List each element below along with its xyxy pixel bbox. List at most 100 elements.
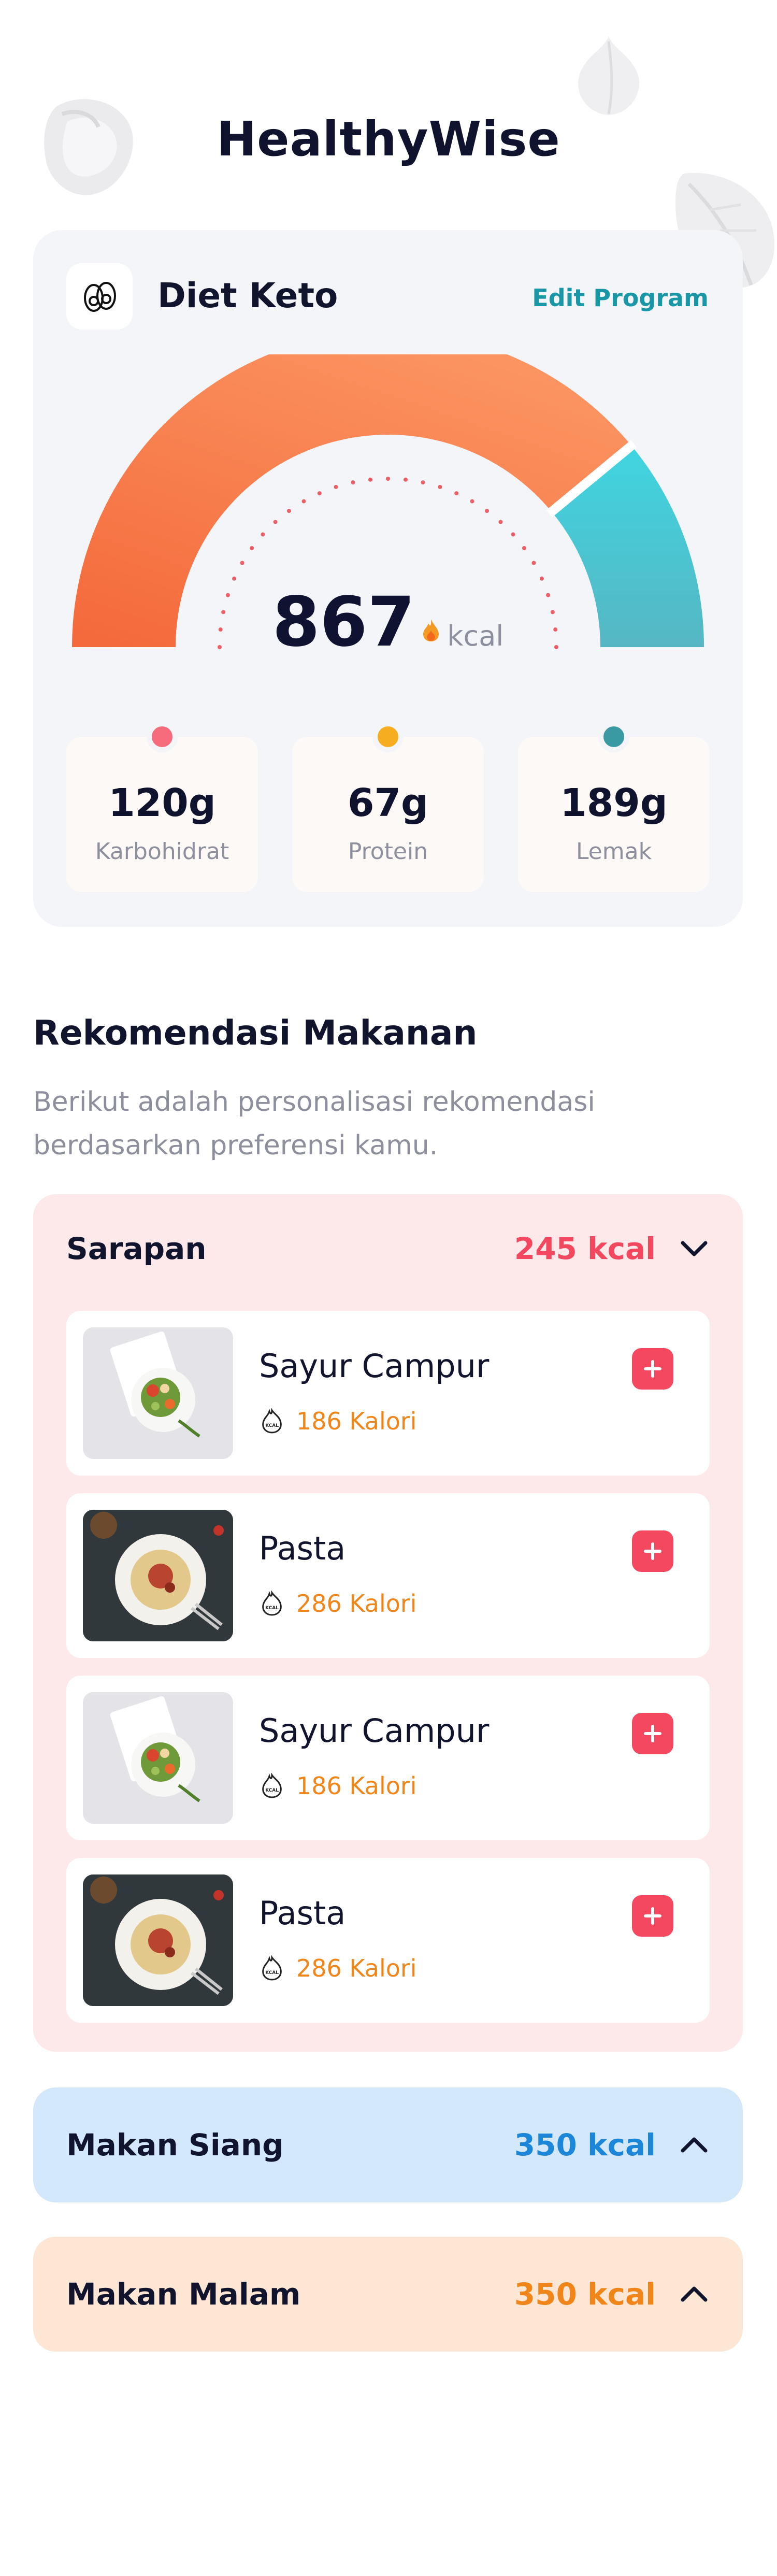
gauge-dot: [522, 546, 526, 550]
gauge-dot: [273, 520, 278, 524]
program-name: Diet Keto: [157, 276, 338, 316]
gauge-dot: [301, 499, 306, 504]
plus-icon: [644, 1360, 661, 1378]
chevron-up-icon[interactable]: [679, 2279, 710, 2310]
svg-text:KCAL: KCAL: [265, 1970, 279, 1976]
gauge-dot: [386, 477, 390, 481]
food-item[interactable]: Sayur Campur KCAL 186 Kalori: [66, 1676, 710, 1840]
food-item[interactable]: Pasta KCAL 286 Kalori: [66, 1858, 710, 2023]
meal-group-sarapan: Sarapan 245 kcal Sayur Campur KCAL 186 K…: [33, 1194, 743, 2052]
macro-label: Protein: [348, 838, 428, 865]
gauge-dot: [351, 480, 355, 485]
meal-name: Sarapan: [66, 1231, 207, 1266]
kcal-badge-icon: KCAL: [262, 1773, 282, 1798]
gauge-dot: [334, 484, 338, 489]
calorie-unit: kcal: [447, 620, 504, 652]
macro-value: 67g: [348, 781, 428, 825]
gauge-dot: [539, 576, 544, 581]
food-calories-text: 286 Kalori: [296, 1590, 417, 1618]
calorie-readout: 867 kcal: [33, 582, 743, 662]
gauge-dot: [368, 477, 373, 482]
gauge-dot: [511, 532, 515, 537]
add-food-button[interactable]: [632, 1713, 673, 1754]
flame-icon: [423, 619, 439, 641]
food-name: Pasta: [259, 1894, 346, 1932]
food-calories-text: 186 Kalori: [296, 1407, 417, 1435]
gauge-dot: [403, 477, 408, 482]
salad-image: [83, 1692, 233, 1824]
recommendation-description: Berikut adalah personalisasi rekomendasi…: [33, 1080, 655, 1167]
kcal-badge-icon: KCAL: [262, 1591, 282, 1616]
diet-program-icon: [66, 263, 133, 330]
meal-group-makan-siang: Makan Siang 350 kcal: [33, 2087, 743, 2202]
kcal-badge-icon: KCAL: [262, 1408, 282, 1434]
gauge-dot: [485, 509, 490, 513]
gauge-dot: [240, 561, 244, 565]
meal-name: Makan Malam: [66, 2277, 301, 2312]
app-title: HealthyWise: [217, 111, 560, 167]
plus-icon: [644, 1907, 661, 1925]
macro-card-lemak: 189g Lemak: [518, 721, 710, 892]
diet-program-card: Diet Keto Edit Program 867 kcal 120g Kar…: [33, 230, 743, 927]
kcal-badge-icon: KCAL: [262, 1955, 282, 1981]
description-line: Berikut adalah personalisasi rekomendasi: [33, 1086, 595, 1118]
recommendation-title: Rekomendasi Makanan: [33, 1013, 478, 1053]
meal-kcal: 245 kcal: [514, 1231, 656, 1266]
gauge-dot: [250, 546, 254, 550]
gauge-dot: [531, 561, 536, 565]
avocado-icon: [84, 282, 116, 312]
lemak-dot-icon: [598, 721, 629, 752]
add-food-button[interactable]: [632, 1895, 673, 1937]
food-name: Pasta: [259, 1529, 346, 1567]
meal-header-sarapan[interactable]: Sarapan 245 kcal: [66, 1194, 710, 1303]
calorie-value: 867: [272, 582, 415, 662]
pasta-image: [83, 1510, 233, 1641]
food-item[interactable]: Sayur Campur KCAL 186 Kalori: [66, 1311, 710, 1476]
macro-card-karbohidrat: 120g Karbohidrat: [66, 721, 258, 892]
food-calories-text: 286 Kalori: [296, 1954, 417, 1982]
macro-card-protein: 67g Protein: [292, 721, 484, 892]
meal-name: Makan Siang: [66, 2127, 284, 2163]
meal-header-makan-malam[interactable]: Makan Malam 350 kcal: [66, 2237, 710, 2352]
pasta-image: [83, 1874, 233, 2006]
description-line: berdasarkan preferensi kamu.: [33, 1130, 438, 1161]
onion-decoration-icon: [578, 36, 639, 115]
gauge-dot: [261, 532, 265, 537]
gauge-dot: [470, 499, 474, 504]
food-calories: KCAL 186 Kalori: [259, 1772, 417, 1800]
add-food-button[interactable]: [632, 1530, 673, 1572]
macro-value: 189g: [560, 781, 668, 825]
meal-kcal: 350 kcal: [514, 2127, 656, 2163]
karbohidrat-dot-icon: [147, 721, 178, 752]
food-calories: KCAL 286 Kalori: [259, 1590, 417, 1618]
gauge-dot: [232, 576, 237, 581]
chevron-up-icon[interactable]: [679, 2129, 710, 2160]
svg-text:KCAL: KCAL: [265, 1606, 279, 1611]
macro-label: Lemak: [575, 838, 652, 865]
food-calories: KCAL 186 Kalori: [259, 1407, 417, 1435]
macro-value: 120g: [108, 781, 216, 825]
gauge-dot: [438, 484, 442, 489]
gauge-dot: [286, 509, 291, 513]
meal-header-makan-siang[interactable]: Makan Siang 350 kcal: [66, 2087, 710, 2202]
chevron-down-icon[interactable]: [679, 1233, 710, 1264]
gauge-dot: [454, 491, 459, 496]
food-name: Sayur Campur: [259, 1347, 490, 1385]
svg-text:KCAL: KCAL: [265, 1788, 279, 1793]
salad-image: [83, 1327, 233, 1459]
add-food-button[interactable]: [632, 1348, 673, 1390]
meal-group-makan-malam: Makan Malam 350 kcal: [33, 2237, 743, 2352]
macro-label: Karbohidrat: [95, 838, 229, 865]
plus-icon: [644, 1542, 661, 1560]
food-name: Sayur Campur: [259, 1712, 490, 1750]
food-item[interactable]: Pasta KCAL 286 Kalori: [66, 1493, 710, 1658]
gauge-dot: [421, 480, 425, 485]
food-calories-text: 186 Kalori: [296, 1772, 417, 1800]
meal-kcal: 350 kcal: [514, 2277, 656, 2312]
protein-dot-icon: [372, 721, 404, 752]
food-calories: KCAL 286 Kalori: [259, 1954, 417, 1982]
plus-icon: [644, 1725, 661, 1742]
gauge-dot: [498, 520, 503, 524]
edit-program-link[interactable]: Edit Program: [532, 284, 709, 312]
gauge-dot: [317, 491, 322, 496]
